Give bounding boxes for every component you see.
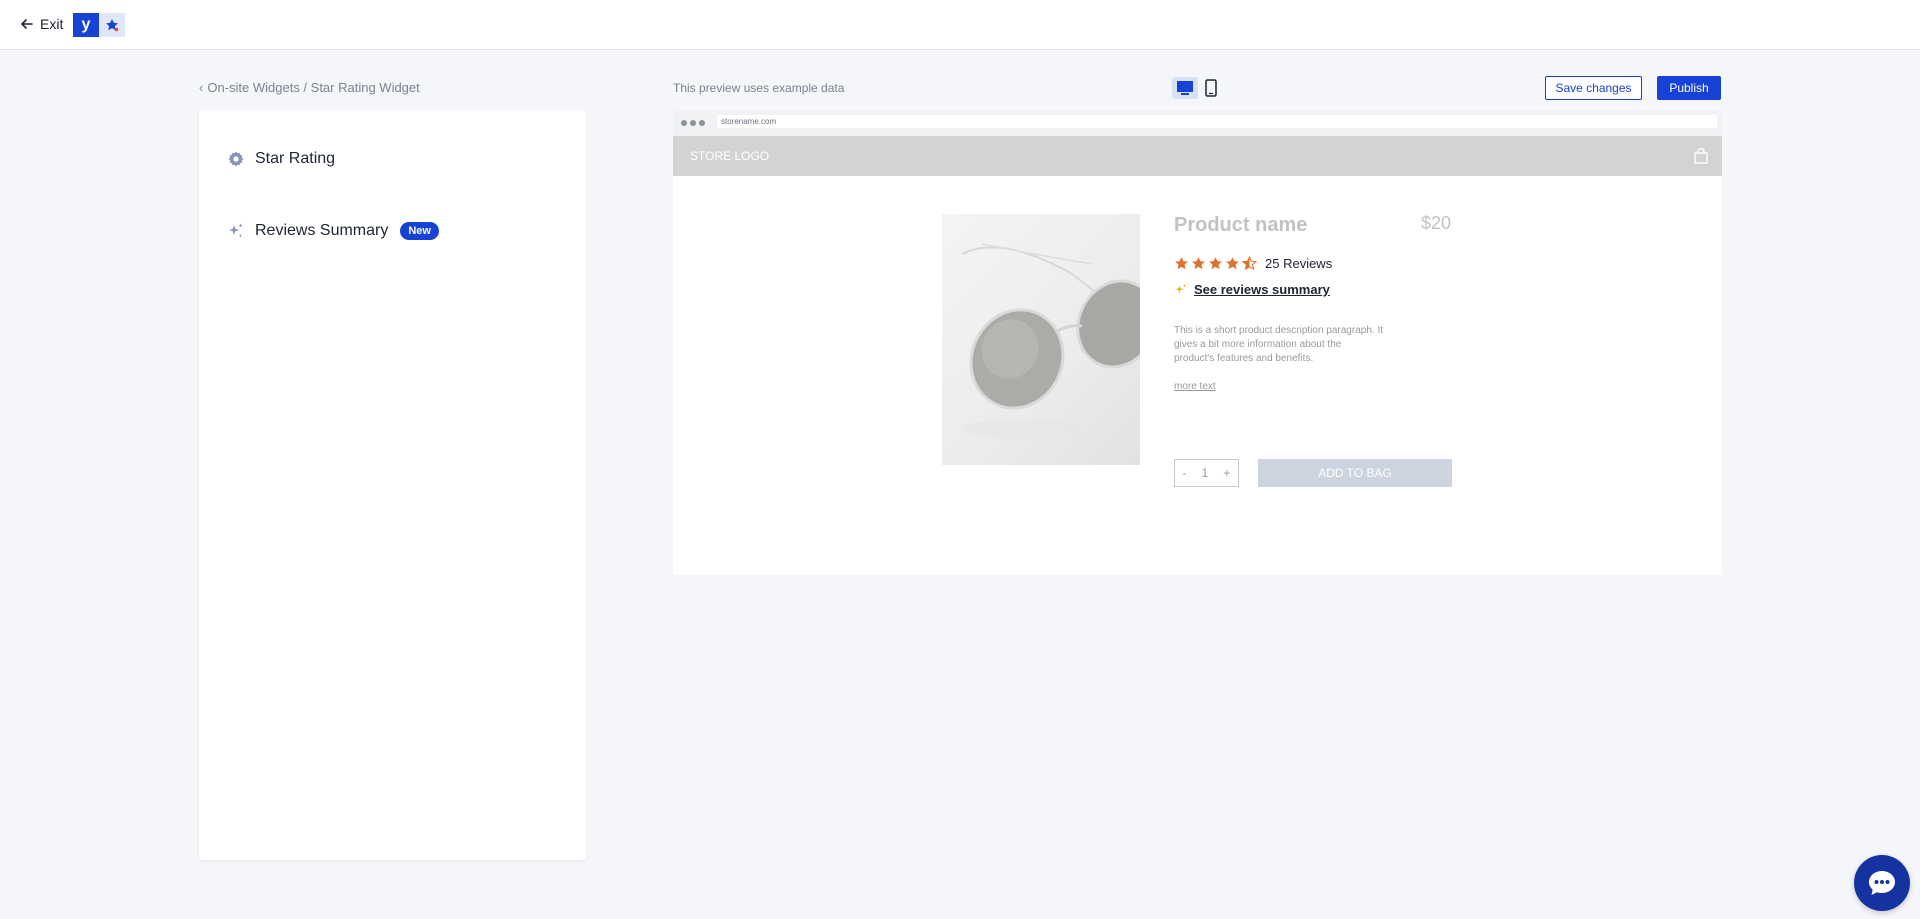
top-bar: Exit y (0, 0, 1920, 50)
mobile-view-toggle[interactable] (1201, 77, 1221, 99)
qty-minus-button[interactable]: - (1183, 466, 1187, 480)
yotpo-app-icon[interactable]: y (73, 13, 99, 37)
product-price: $20 (1421, 213, 1452, 233)
star-icon (1209, 257, 1222, 270)
product-name: Product name (1174, 214, 1308, 236)
save-changes-button[interactable]: Save changes (1545, 76, 1642, 100)
desktop-icon (1177, 81, 1193, 95)
sidebar-item-label: Reviews Summary (255, 222, 389, 239)
exit-label: Exit (40, 16, 64, 32)
sidebar-item-label: Star Rating (255, 150, 336, 167)
sidebar-item-star-rating[interactable]: Star Rating (227, 150, 335, 168)
half-star-icon (1242, 256, 1257, 271)
mobile-icon (1205, 79, 1217, 97)
qty-value: 1 (1201, 466, 1209, 480)
url-bar: storename.com (717, 115, 1717, 128)
app-letter: y (81, 16, 91, 33)
browser-bar: storename.com (673, 110, 1722, 136)
star-rating[interactable]: 25 Reviews (1174, 256, 1332, 271)
desktop-view-toggle[interactable] (1172, 77, 1198, 99)
new-badge: New (400, 222, 439, 240)
gear-icon (228, 151, 244, 167)
chat-icon (1869, 871, 1895, 895)
window-dots (681, 120, 705, 126)
star-icon (1175, 257, 1188, 270)
product-image (942, 214, 1140, 465)
widget-settings-panel: Star Rating Reviews Summary New (199, 110, 586, 860)
star-icon (1226, 257, 1239, 270)
product-description: This is a short product description para… (1174, 325, 1383, 364)
more-text-link[interactable]: more text (1174, 381, 1216, 392)
preview-note: This preview uses example data (673, 81, 845, 95)
sidebar-item-reviews-summary[interactable]: Reviews Summary New (227, 222, 439, 240)
breadcrumb-text: On-site Widgets / Star Rating Widget (207, 80, 420, 95)
chat-button[interactable] (1854, 855, 1910, 911)
store-header: STORE LOGO (673, 136, 1722, 176)
add-to-bag-button[interactable]: ADD TO BAG (1258, 459, 1452, 487)
store-logo: STORE LOGO (690, 149, 770, 163)
exit-button[interactable]: Exit (20, 14, 63, 34)
review-count[interactable]: 25 Reviews (1265, 256, 1332, 271)
sparkle-icon (229, 223, 243, 238)
arrow-left-icon (21, 19, 33, 29)
see-reviews-summary-link[interactable]: See reviews summary (1174, 282, 1330, 297)
chevron-left-icon: ‹ (199, 80, 204, 95)
summary-link-label: See reviews summary (1194, 282, 1330, 297)
sunglasses-image (961, 243, 1140, 439)
sparkle-icon (1175, 283, 1187, 293)
shopping-bag-icon (1694, 148, 1708, 164)
publish-button[interactable]: Publish (1657, 76, 1721, 100)
store-preview: storename.com STORE LOGO Product name $2… (673, 110, 1722, 575)
star-icon (1192, 257, 1205, 270)
reviews-app-icon[interactable] (99, 13, 125, 37)
quantity-stepper[interactable]: - 1 + (1174, 459, 1239, 487)
qty-plus-button[interactable]: + (1223, 466, 1230, 480)
star-icon (106, 19, 119, 32)
breadcrumb[interactable]: ‹ On-site Widgets / Star Rating Widget (199, 80, 420, 95)
